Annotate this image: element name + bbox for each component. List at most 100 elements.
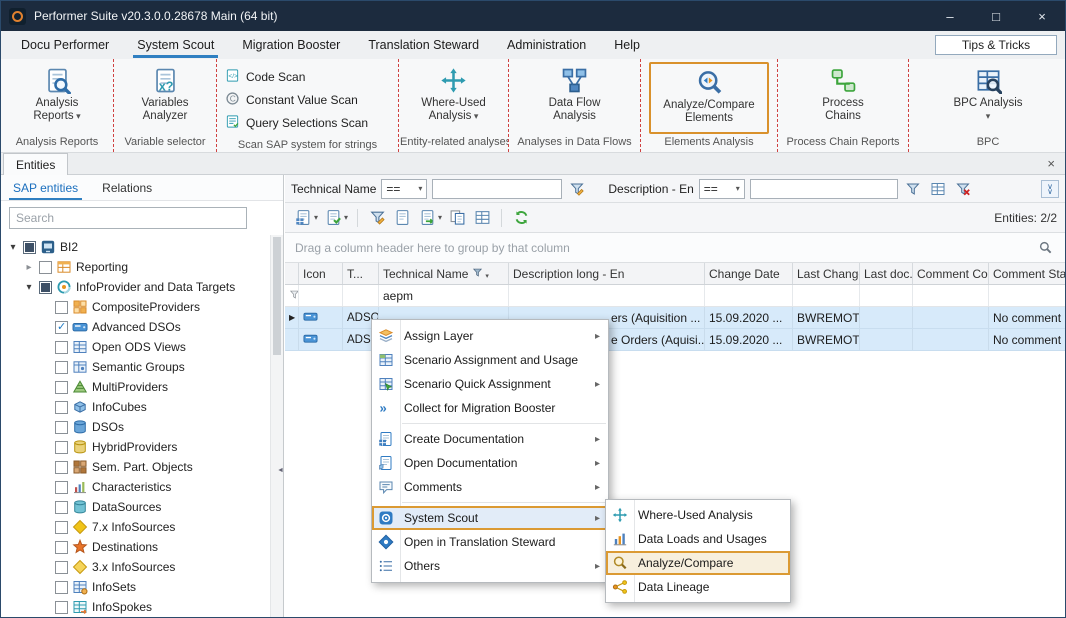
constant-value-scan-button[interactable]: CConstant Value Scan [225,90,390,109]
menu-item-scenario-quick-assignment[interactable]: Scenario Quick Assignment▸ [372,372,608,396]
tree-checkbox[interactable] [55,341,68,354]
menu-tab-translation-steward[interactable]: Translation Steward [354,31,493,59]
tree-item-infocubes[interactable]: InfoCubes [1,397,270,417]
tree-checkbox[interactable] [55,421,68,434]
minimize-icon[interactable]: – [927,1,973,31]
tree-checkbox[interactable] [55,301,68,314]
tree-checkbox[interactable] [39,281,52,294]
menu-item-create-documentation[interactable]: Create Documentation▸ [372,427,608,451]
description-filter-input[interactable] [750,179,898,199]
tree-item-7-x-infosources[interactable]: 7.x InfoSources [1,517,270,537]
tree-item-semantic-groups[interactable]: Semantic Groups [1,357,270,377]
filter-cell-icon[interactable] [299,285,343,306]
description-filter-icon[interactable] [903,179,923,199]
sidebar-tab-sap-entities[interactable]: SAP entities [1,175,90,200]
menu-item-others[interactable]: Others▸ [372,554,608,578]
menu-item-analyze-compare[interactable]: Analyze/Compare [606,551,790,575]
filter-cell-description-long-en[interactable] [509,285,705,306]
tree-checkbox[interactable] [55,481,68,494]
column-header-t[interactable]: T... [343,263,379,284]
tree-expander-icon[interactable]: ▸ [23,262,35,273]
tree-item-multiproviders[interactable]: MultiProviders [1,377,270,397]
export-button[interactable]: ▾ [417,208,442,228]
column-header-technical-name[interactable]: Technical Name ▾ [379,263,509,284]
menu-item-data-loads-and-usages[interactable]: Data Loads and Usages [606,527,790,551]
tree-checkbox[interactable] [55,581,68,594]
tree-checkbox[interactable] [55,501,68,514]
column-header-description-long-en[interactable]: Description long - En [509,263,705,284]
tree-item-compositeproviders[interactable]: CompositeProviders [1,297,270,317]
tree-item-datasources[interactable]: DataSources [1,497,270,517]
menu-tab-administration[interactable]: Administration [493,31,600,59]
menu-item-scenario-assignment-and-usage[interactable]: Scenario Assignment and Usage [372,348,608,372]
bpc-analysis-button[interactable]: BPC Analysis ▾ [946,62,1030,134]
query-selections-scan-button[interactable]: Query Selections Scan [225,113,390,132]
data-flow-analysis-button[interactable]: Data Flow Analysis [533,62,617,134]
menu-item-open-in-translation-steward[interactable]: Open in Translation Steward [372,530,608,554]
description-operator-select[interactable]: ==▾ [699,179,745,199]
column-header-comment-co[interactable]: Comment Co... [913,263,989,284]
tree-item-open-ods-views[interactable]: Open ODS Views [1,337,270,357]
tree-item-hybridproviders[interactable]: HybridProviders [1,437,270,457]
tree-checkbox[interactable] [55,461,68,474]
scrollbar-thumb[interactable] [273,237,281,355]
analyze-compare-elements-button[interactable]: Analyze/Compare Elements [649,62,769,134]
tree-checkbox[interactable] [55,521,68,534]
filter-cell-technical-name[interactable]: aepm [379,285,509,306]
tree-item-infoprovider-and-data-targets[interactable]: ▾InfoProvider and Data Targets [1,277,270,297]
tips-and-tricks-button[interactable]: Tips & Tricks [935,35,1057,55]
expand-filters-icon[interactable]: ∨∨ [1041,180,1059,198]
tree-search-input[interactable] [9,207,247,229]
analysis-reports-button[interactable]: Analysis Reports ▾ [15,62,99,134]
tree-checkbox[interactable] [55,561,68,574]
filter-layout-icon[interactable] [928,179,948,199]
tree-checkbox[interactable] [55,381,68,394]
menu-tab-system-scout[interactable]: System Scout [123,31,228,59]
create-documentation-button[interactable]: ▾ [293,208,318,228]
tree-item-characteristics[interactable]: Characteristics [1,477,270,497]
column-filter-active-icon[interactable]: ▾ [472,267,488,281]
column-header-change-date[interactable]: Change Date [705,263,793,284]
tree-checkbox[interactable] [55,441,68,454]
filter-cell-comment-sta[interactable] [989,285,1066,306]
menu-item-assign-layer[interactable]: Assign Layer▸ [372,324,608,348]
menu-item-comments[interactable]: Comments▸ [372,475,608,499]
copy-button[interactable] [447,208,467,228]
tree-scrollbar[interactable] [270,235,283,617]
technical-name-operator-select[interactable]: ==▾ [381,179,427,199]
menu-item-data-lineage[interactable]: Data Lineage [606,575,790,599]
open-documentation-button[interactable]: ▾ [323,208,348,228]
column-header-comment-sta[interactable]: Comment Sta... [989,263,1066,284]
technical-name-filter-input[interactable] [432,179,562,199]
search-icon[interactable] [1035,238,1055,258]
menu-item-system-scout[interactable]: System Scout▸ [372,506,608,530]
tree-item-dsos[interactable]: DSOs [1,417,270,437]
process-chains-button[interactable]: Process Chains [801,62,885,134]
menu-item-collect-for-migration-booster[interactable]: »Collect for Migration Booster [372,396,608,420]
filter-cell-last-change[interactable] [793,285,860,306]
tree-item-advanced-dsos[interactable]: Advanced DSOs [1,317,270,337]
tree-item-infosets[interactable]: InfoSets [1,577,270,597]
tree-item-sem-part-objects[interactable]: Sem. Part. Objects [1,457,270,477]
edit-filter-button[interactable] [367,208,387,228]
tree-checkbox[interactable] [55,541,68,554]
tree-item-reporting[interactable]: ▸Reporting [1,257,270,277]
filter-cell-t[interactable] [343,285,379,306]
close-icon[interactable]: × [1019,1,1065,31]
tree-item-3-x-infosources[interactable]: 3.x InfoSources [1,557,270,577]
column-header-last-change[interactable]: Last Change... [793,263,860,284]
code-scan-button[interactable]: </>Code Scan [225,67,390,86]
tree-expander-icon[interactable]: ▾ [23,282,35,293]
maximize-icon[interactable]: □ [973,1,1019,31]
tree-checkbox[interactable] [23,241,36,254]
tree-checkbox[interactable] [55,361,68,374]
where-used-analysis-button[interactable]: Where-Used Analysis ▾ [412,62,496,134]
filter-cell-comment-co[interactable] [913,285,989,306]
tree-item-bi2[interactable]: ▾BI2 [1,237,270,257]
menu-tab-migration-booster[interactable]: Migration Booster [228,31,354,59]
menu-tab-docu-performer[interactable]: Docu Performer [7,31,123,59]
clear-filter-icon[interactable] [953,179,973,199]
column-header-icon[interactable]: Icon [299,263,343,284]
close-tab-icon[interactable]: × [1047,156,1055,171]
tab-entities[interactable]: Entities [3,153,68,175]
